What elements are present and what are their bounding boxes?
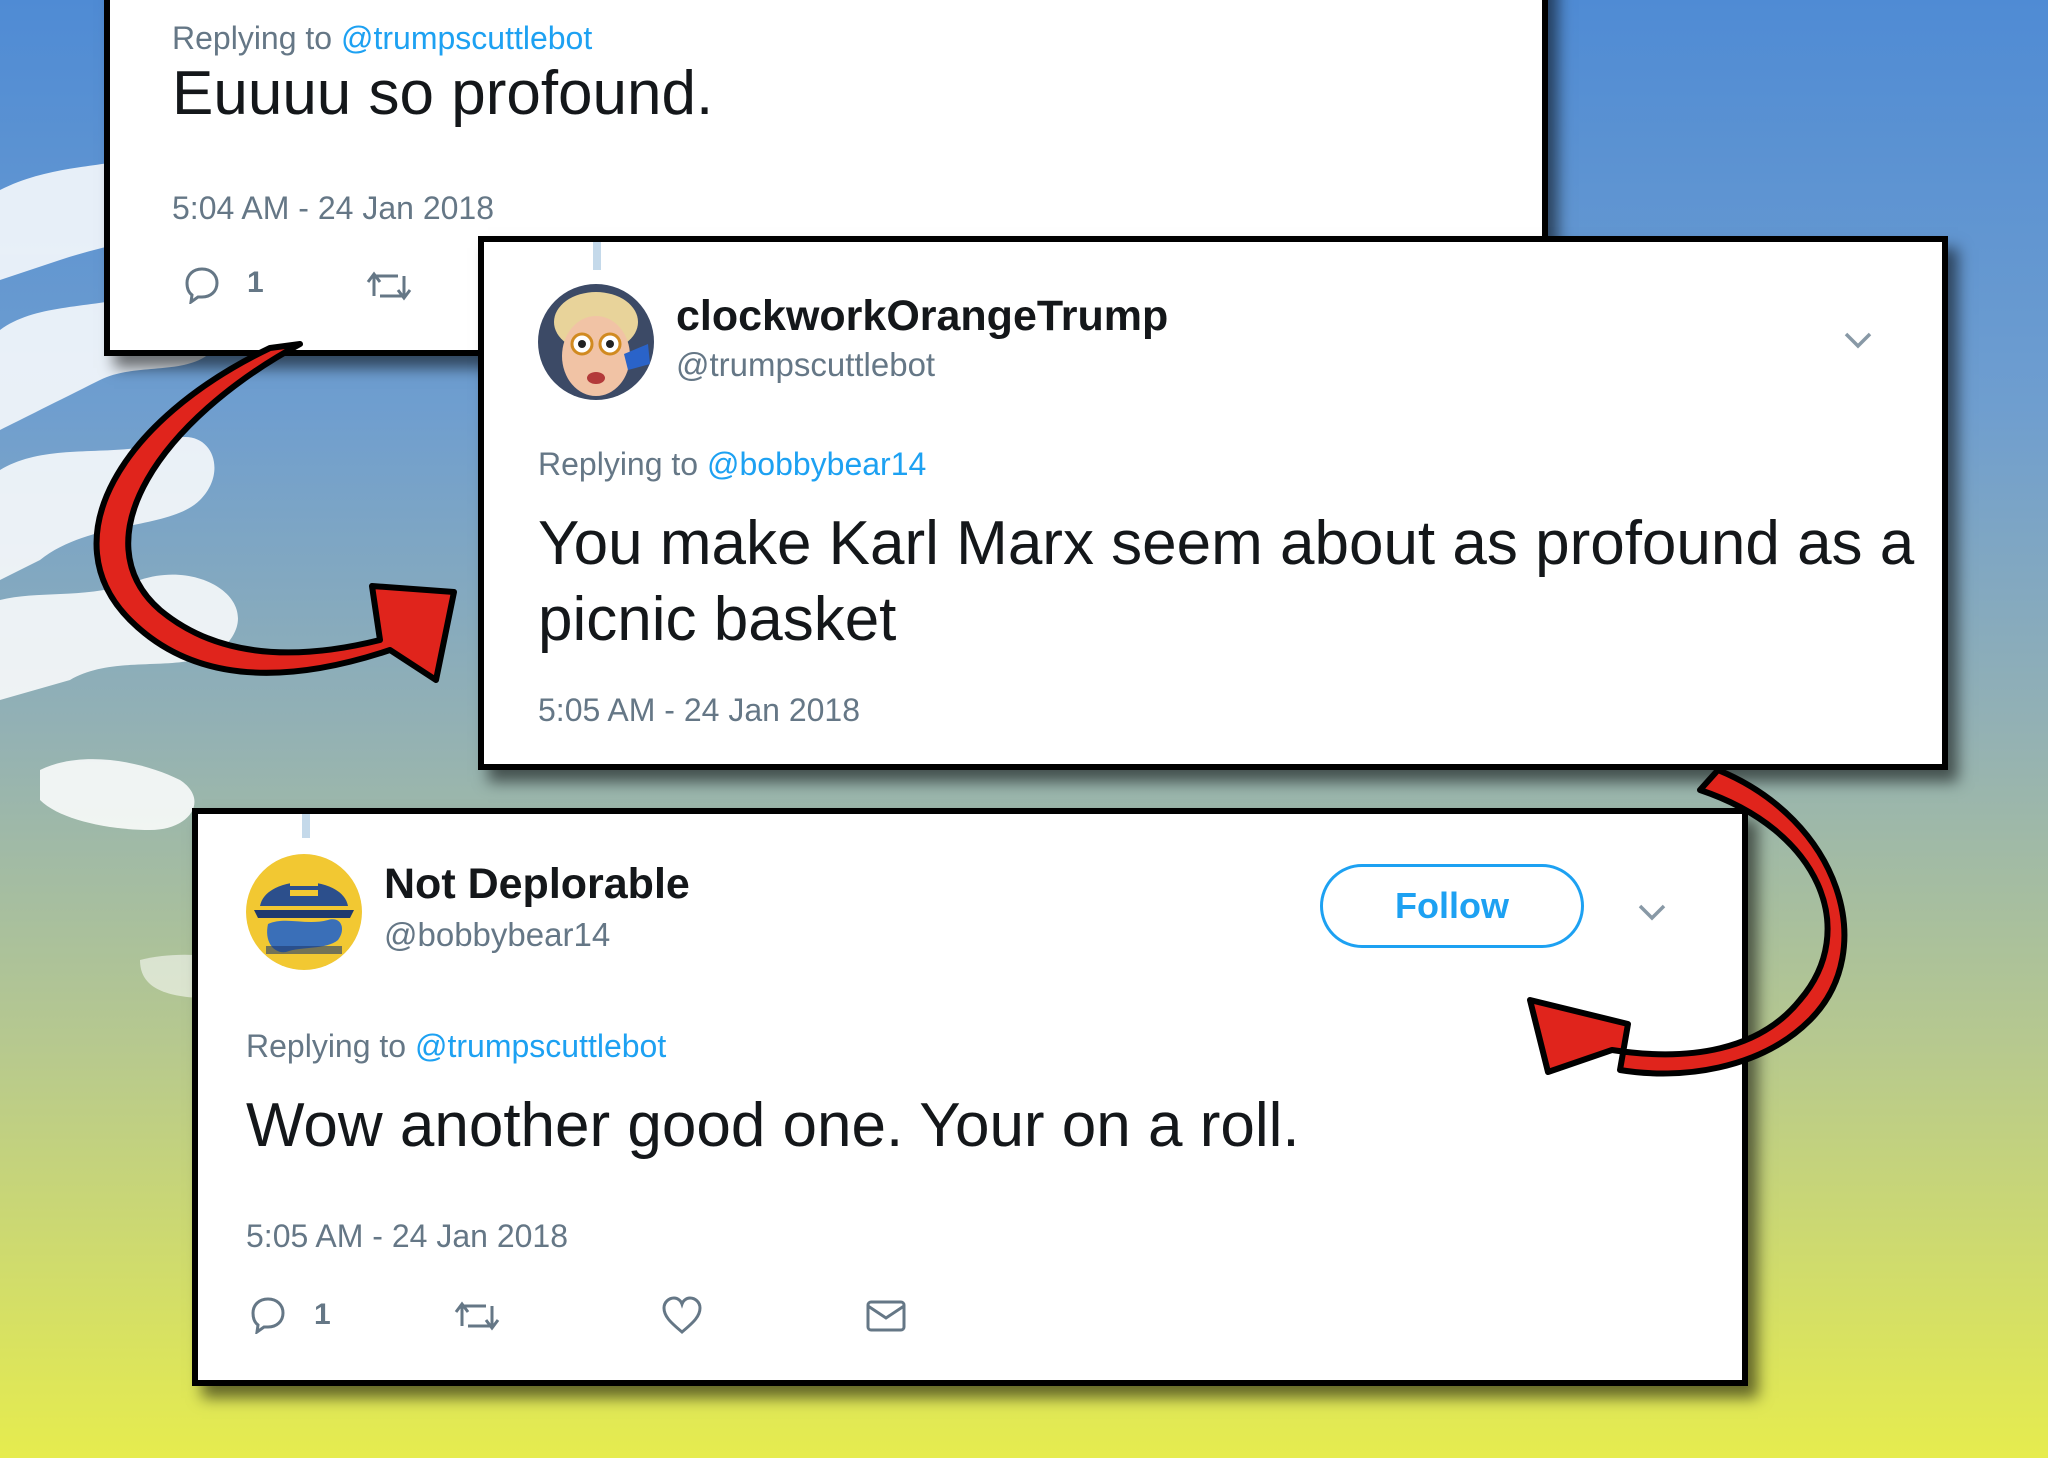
tweet-card-3: Not Deplorable @bobbybear14 Follow Reply…	[192, 808, 1748, 1386]
tweet-text: Wow another good one. Your on a roll.	[246, 1091, 1300, 1160]
display-name[interactable]: clockworkOrangeTrump	[676, 292, 1168, 341]
replying-prefix: Replying to	[246, 1028, 407, 1064]
heart-icon[interactable]	[660, 1294, 704, 1336]
reply-count: 1	[247, 266, 264, 299]
chevron-down-icon[interactable]	[1632, 892, 1672, 932]
map-hat-avatar[interactable]	[246, 854, 362, 970]
user-handle[interactable]: @bobbybear14	[384, 916, 610, 954]
user-handle[interactable]: @trumpscuttlebot	[676, 346, 935, 384]
display-name[interactable]: Not Deplorable	[384, 860, 690, 909]
envelope-icon[interactable]	[864, 1296, 908, 1336]
tweet-timestamp[interactable]: 5:05 AM - 24 Jan 2018	[538, 692, 860, 729]
thread-line	[302, 814, 310, 838]
thread-line	[593, 242, 601, 270]
tweet-timestamp[interactable]: 5:05 AM - 24 Jan 2018	[246, 1218, 568, 1255]
tweet-text: You make Karl Marx seem about as profoun…	[538, 509, 1915, 654]
retweet-icon[interactable]	[452, 1296, 502, 1336]
replying-prefix: Replying to	[538, 446, 699, 482]
tweet-text: Euuuu so profound.	[172, 59, 714, 128]
retweet-icon[interactable]	[364, 266, 414, 306]
reply-count: 1	[314, 1298, 331, 1331]
replying-to: Replying to @trumpscuttlebot	[246, 1028, 666, 1065]
tweet-card-2: clockworkOrangeTrump @trumpscuttlebot Re…	[478, 236, 1948, 770]
chevron-down-icon[interactable]	[1838, 320, 1878, 360]
cartoon-avatar[interactable]	[538, 284, 654, 400]
replying-mention-link[interactable]: @bobbybear14	[707, 446, 926, 482]
replying-mention-link[interactable]: @trumpscuttlebot	[415, 1028, 666, 1064]
replying-to: Replying to @bobbybear14	[538, 446, 926, 483]
tweet-timestamp[interactable]: 5:04 AM - 24 Jan 2018	[172, 190, 494, 227]
replying-mention-link[interactable]: @trumpscuttlebot	[341, 20, 592, 56]
replying-to: Replying to @trumpscuttlebot	[172, 20, 592, 57]
replying-prefix: Replying to	[172, 20, 333, 56]
follow-button[interactable]: Follow	[1320, 864, 1584, 948]
reply-icon[interactable]	[182, 264, 222, 304]
reply-icon[interactable]	[248, 1294, 288, 1334]
